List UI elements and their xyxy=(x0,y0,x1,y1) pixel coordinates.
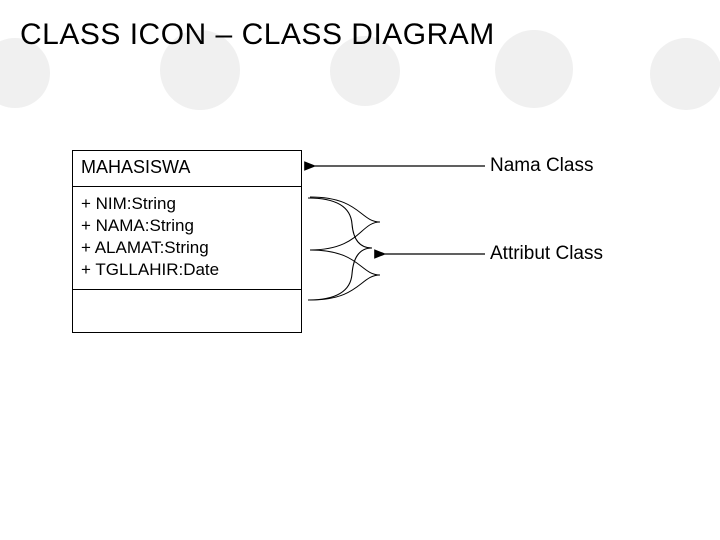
decor-circle xyxy=(495,30,573,108)
uml-attribute: + NIM:String xyxy=(81,193,293,215)
brace-attributes-curve xyxy=(308,198,372,300)
uml-operation-compartment xyxy=(73,290,301,332)
uml-class-name: MAHASISWA xyxy=(81,157,190,177)
label-attribute: Attribut Class xyxy=(490,243,603,265)
uml-class-name-compartment: MAHASISWA xyxy=(73,151,301,187)
uml-attribute: + TGLLAHIR:Date xyxy=(81,259,293,281)
label-class-name: Nama Class xyxy=(490,155,593,177)
uml-class-box: MAHASISWA + NIM:String+ NAMA:String+ ALA… xyxy=(72,150,302,333)
uml-attribute: + NAMA:String xyxy=(81,215,293,237)
uml-attribute: + ALAMAT:String xyxy=(81,237,293,259)
decor-circle xyxy=(650,38,720,110)
page-title: CLASS ICON – CLASS DIAGRAM xyxy=(20,18,495,52)
uml-attribute-compartment: + NIM:String+ NAMA:String+ ALAMAT:String… xyxy=(73,187,301,290)
brace-attributes xyxy=(310,197,380,300)
